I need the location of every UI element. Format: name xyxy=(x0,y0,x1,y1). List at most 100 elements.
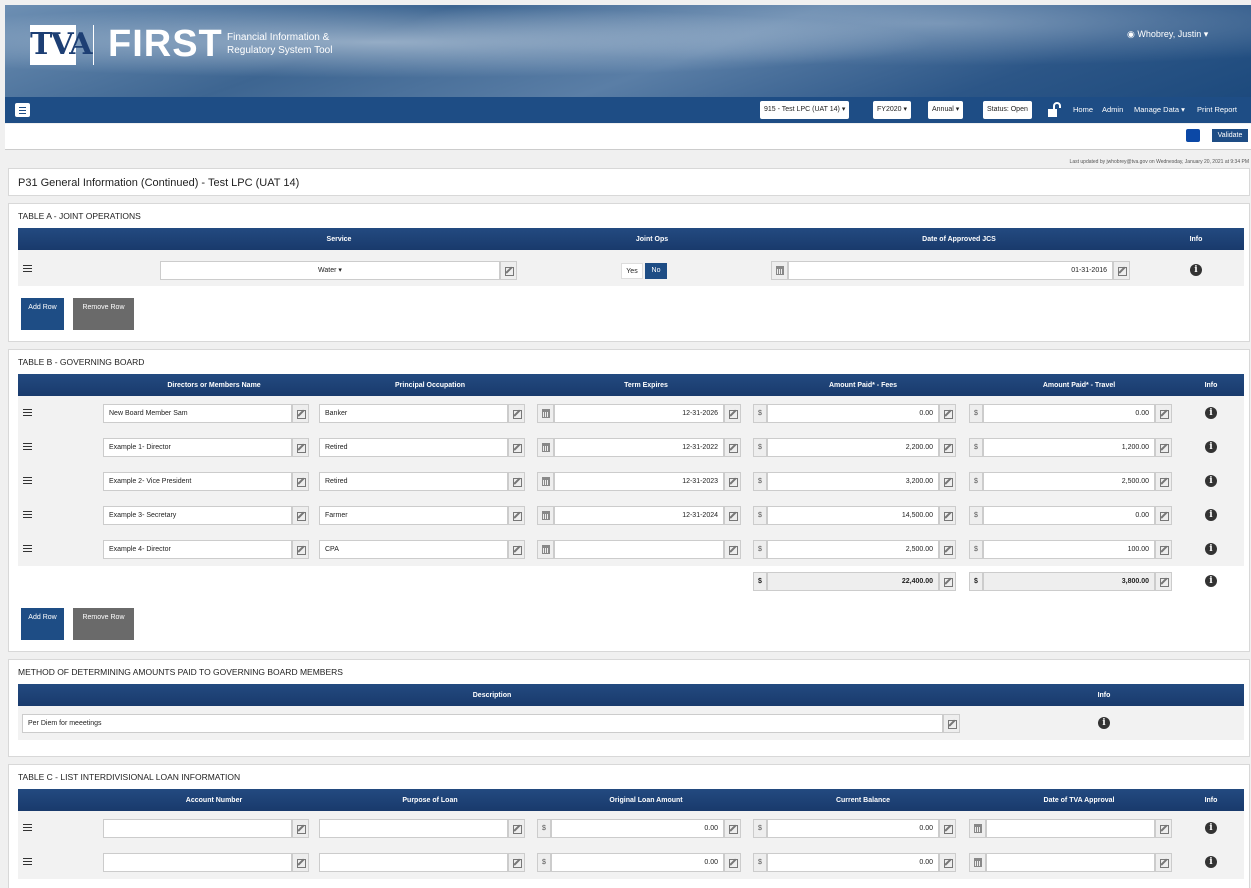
info-icon[interactable]: i xyxy=(1205,441,1217,453)
original-amount-input[interactable]: 0.00 xyxy=(551,853,724,872)
fees-input[interactable]: 3,200.00 xyxy=(767,472,939,491)
edit-icon[interactable] xyxy=(508,404,525,423)
edit-icon[interactable] xyxy=(1155,853,1172,872)
fiscal-year-dropdown[interactable]: FY2020 ▾ xyxy=(873,101,911,119)
edit-icon[interactable] xyxy=(1155,404,1172,423)
drag-handle-icon[interactable] xyxy=(23,477,32,484)
validate-button[interactable]: Validate xyxy=(1212,129,1248,142)
purpose-input[interactable] xyxy=(319,819,508,838)
director-name-input[interactable]: Example 4- Director xyxy=(103,540,292,559)
info-icon[interactable]: i xyxy=(1205,407,1217,419)
approval-date-input[interactable] xyxy=(986,819,1155,838)
joint-ops-no[interactable]: No xyxy=(645,263,667,279)
edit-icon[interactable] xyxy=(1113,261,1130,280)
calendar-icon[interactable] xyxy=(537,540,554,559)
calendar-icon[interactable] xyxy=(969,819,986,838)
term-expires-input[interactable] xyxy=(554,540,724,559)
edit-icon[interactable] xyxy=(1155,540,1172,559)
edit-icon[interactable] xyxy=(1155,506,1172,525)
nav-print-report[interactable]: Print Report xyxy=(1197,105,1237,114)
drag-handle-icon[interactable] xyxy=(23,545,32,552)
entity-dropdown[interactable]: 915 - Test LPC (UAT 14) ▾ xyxy=(760,101,850,119)
term-expires-input[interactable]: 12-31-2026 xyxy=(554,404,724,423)
original-amount-input[interactable]: 0.00 xyxy=(551,819,724,838)
director-name-input[interactable]: New Board Member Sam xyxy=(103,404,292,423)
edit-icon[interactable] xyxy=(724,404,741,423)
info-icon[interactable]: i xyxy=(1205,575,1217,587)
calendar-icon[interactable] xyxy=(969,853,986,872)
occupation-input[interactable]: Retired xyxy=(319,472,508,491)
info-icon[interactable]: i xyxy=(1205,856,1217,868)
edit-icon[interactable] xyxy=(508,819,525,838)
nav-admin[interactable]: Admin xyxy=(1102,105,1123,114)
edit-icon[interactable] xyxy=(508,540,525,559)
calendar-icon[interactable] xyxy=(537,472,554,491)
drag-handle-icon[interactable] xyxy=(23,824,32,831)
unlock-icon[interactable] xyxy=(1046,102,1062,118)
status-button[interactable]: Status: Open xyxy=(983,101,1032,119)
edit-icon[interactable] xyxy=(939,404,956,423)
travel-input[interactable]: 2,500.00 xyxy=(983,472,1155,491)
user-menu[interactable]: ◉ Whobrey, Justin ▾ xyxy=(1127,29,1208,40)
description-input[interactable]: Per Diem for meeetings xyxy=(22,714,943,733)
occupation-input[interactable]: CPA xyxy=(319,540,508,559)
travel-input[interactable]: 0.00 xyxy=(983,404,1155,423)
edit-icon[interactable] xyxy=(508,853,525,872)
calendar-icon[interactable] xyxy=(771,261,788,280)
info-icon[interactable]: i xyxy=(1205,475,1217,487)
edit-icon[interactable] xyxy=(939,540,956,559)
edit-icon[interactable] xyxy=(292,472,309,491)
edit-icon[interactable] xyxy=(292,404,309,423)
edit-icon[interactable] xyxy=(724,853,741,872)
info-icon[interactable]: i xyxy=(1205,509,1217,521)
director-name-input[interactable]: Example 3- Secretary xyxy=(103,506,292,525)
jcs-date-input[interactable]: 01-31-2016 xyxy=(788,261,1113,280)
edit-icon[interactable] xyxy=(724,506,741,525)
edit-icon[interactable] xyxy=(939,472,956,491)
edit-icon[interactable] xyxy=(724,438,741,457)
edit-icon[interactable] xyxy=(724,472,741,491)
joint-ops-yes[interactable]: Yes xyxy=(621,263,643,279)
grid-icon[interactable] xyxy=(1186,129,1200,142)
account-number-input[interactable] xyxy=(103,853,292,872)
fees-input[interactable]: 2,200.00 xyxy=(767,438,939,457)
occupation-input[interactable]: Farmer xyxy=(319,506,508,525)
term-expires-input[interactable]: 12-31-2024 xyxy=(554,506,724,525)
fees-input[interactable]: 0.00 xyxy=(767,404,939,423)
nav-home[interactable]: Home xyxy=(1073,105,1093,114)
edit-icon[interactable] xyxy=(292,853,309,872)
edit-icon[interactable] xyxy=(939,819,956,838)
travel-input[interactable]: 1,200.00 xyxy=(983,438,1155,457)
edit-icon[interactable] xyxy=(292,819,309,838)
info-icon[interactable]: i xyxy=(1205,822,1217,834)
add-row-button[interactable]: Add Row xyxy=(21,298,64,330)
term-expires-input[interactable]: 12-31-2023 xyxy=(554,472,724,491)
fees-input[interactable]: 2,500.00 xyxy=(767,540,939,559)
hamburger-menu-button[interactable] xyxy=(15,103,30,117)
account-number-input[interactable] xyxy=(103,819,292,838)
calendar-icon[interactable] xyxy=(537,438,554,457)
term-expires-input[interactable]: 12-31-2022 xyxy=(554,438,724,457)
period-dropdown[interactable]: Annual ▾ xyxy=(928,101,964,119)
edit-icon[interactable] xyxy=(292,438,309,457)
edit-icon[interactable] xyxy=(1155,438,1172,457)
drag-handle-icon[interactable] xyxy=(23,265,32,272)
edit-icon[interactable] xyxy=(500,261,517,280)
edit-icon[interactable] xyxy=(1155,472,1172,491)
edit-icon[interactable] xyxy=(508,506,525,525)
edit-icon[interactable] xyxy=(508,472,525,491)
drag-handle-icon[interactable] xyxy=(23,858,32,865)
edit-icon[interactable] xyxy=(292,540,309,559)
service-select[interactable]: Water ▾ xyxy=(160,261,500,280)
add-row-button[interactable]: Add Row xyxy=(21,608,64,640)
edit-icon[interactable] xyxy=(724,540,741,559)
director-name-input[interactable]: Example 1- Director xyxy=(103,438,292,457)
current-balance-input[interactable]: 0.00 xyxy=(767,853,939,872)
drag-handle-icon[interactable] xyxy=(23,511,32,518)
edit-icon[interactable] xyxy=(943,714,960,733)
calendar-icon[interactable] xyxy=(537,506,554,525)
occupation-input[interactable]: Banker xyxy=(319,404,508,423)
edit-icon[interactable] xyxy=(1155,819,1172,838)
edit-icon[interactable] xyxy=(508,438,525,457)
fees-input[interactable]: 14,500.00 xyxy=(767,506,939,525)
